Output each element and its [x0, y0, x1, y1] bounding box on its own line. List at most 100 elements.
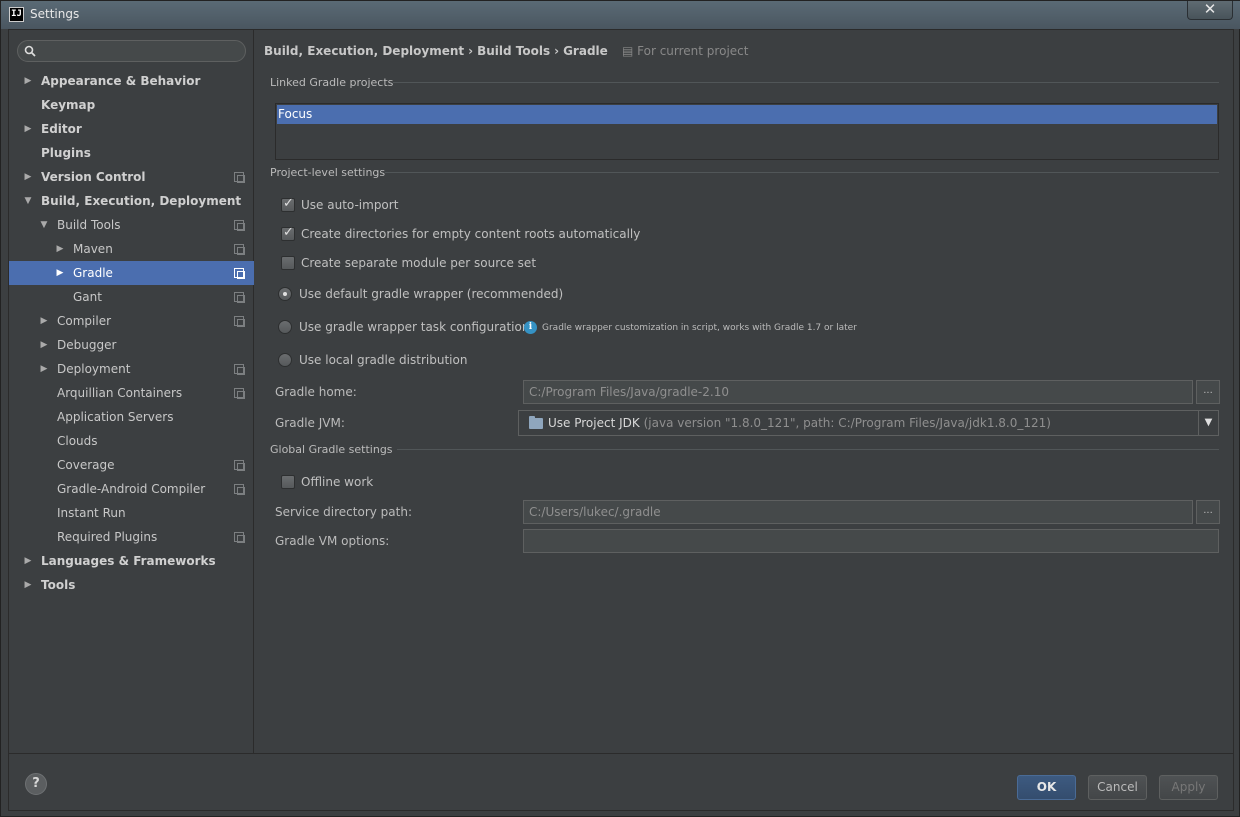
- project-scope-icon: [234, 244, 245, 255]
- project-scope-icon: [234, 316, 245, 327]
- expand-arrow-icon[interactable]: ▶: [22, 573, 34, 597]
- project-scope-icon: [234, 220, 245, 231]
- collapse-arrow-icon[interactable]: ▼: [38, 213, 50, 237]
- breadcrumb: Build, Execution, Deployment › Build Tools…: [264, 44, 756, 60]
- wrapper-info-text: Gradle wrapper customization in script, …: [542, 323, 857, 333]
- sidebar-item-tools[interactable]: ▶ Tools: [9, 573, 254, 597]
- gradle-home-browse-button[interactable]: ...: [1196, 380, 1220, 404]
- sidebar-item-debugger[interactable]: ▶ Debugger: [9, 333, 254, 357]
- sidebar-item-plugins[interactable]: Plugins: [9, 141, 254, 165]
- title-bar: IJ Settings ✕: [1, 1, 1240, 29]
- service-dir-label: Service directory path:: [275, 505, 412, 519]
- linked-projects-list[interactable]: Focus: [275, 103, 1219, 160]
- global-settings-title: Global Gradle settings: [270, 443, 393, 456]
- ok-button[interactable]: OK: [1017, 775, 1076, 800]
- sidebar-item-coverage[interactable]: Coverage: [9, 453, 254, 477]
- gradle-settings-panel: Build, Execution, Deployment › Build Tools…: [255, 30, 1233, 753]
- sidebar-item-gradle-android-compiler[interactable]: Gradle-Android Compiler: [9, 477, 254, 501]
- sidebar-item-maven[interactable]: ▶ Maven: [9, 237, 254, 261]
- search-icon: [24, 45, 36, 57]
- info-icon: i: [524, 321, 537, 334]
- dialog-button-bar: ? OK Cancel Apply: [9, 753, 1233, 810]
- gradle-jvm-select[interactable]: Use Project JDK (java version "1.8.0_121…: [518, 410, 1219, 436]
- breadcrumb-item: Gradle: [563, 44, 608, 58]
- chevron-down-icon[interactable]: ▼: [1198, 411, 1218, 435]
- service-dir-field[interactable]: C:/Users/lukec/.gradle: [523, 500, 1193, 524]
- section-divider: [397, 449, 1219, 450]
- sidebar-item-arquillian-containers[interactable]: Arquillian Containers: [9, 381, 254, 405]
- breadcrumb-item: Build, Execution, Deployment: [264, 44, 465, 58]
- wrapper-task-radio[interactable]: [278, 320, 292, 334]
- sidebar-item-gradle[interactable]: ▶ Gradle: [9, 261, 254, 285]
- expand-arrow-icon[interactable]: ▶: [38, 333, 50, 357]
- separate-module-checkbox[interactable]: [281, 256, 295, 270]
- sidebar-item-application-servers[interactable]: Application Servers: [9, 405, 254, 429]
- sidebar-item-appearance-behavior[interactable]: ▶ Appearance & Behavior: [9, 69, 254, 93]
- intellij-app-icon: IJ: [9, 7, 24, 22]
- section-divider: [393, 82, 1219, 83]
- auto-import-label: Use auto-import: [301, 198, 399, 212]
- sidebar-item-build-tools[interactable]: ▼ Build Tools: [9, 213, 254, 237]
- project-scope-icon: [234, 172, 245, 183]
- offline-work-checkbox[interactable]: [281, 475, 295, 489]
- expand-arrow-icon[interactable]: ▶: [22, 69, 34, 93]
- expand-arrow-icon[interactable]: ▶: [38, 357, 50, 381]
- expand-arrow-icon[interactable]: ▶: [54, 261, 66, 285]
- sidebar-item-version-control[interactable]: ▶ Version Control: [9, 165, 254, 189]
- vm-options-label: Gradle VM options:: [275, 534, 390, 548]
- local-distribution-label: Use local gradle distribution: [299, 353, 468, 367]
- sidebar-item-languages-frameworks[interactable]: ▶ Languages & Frameworks: [9, 549, 254, 573]
- create-dirs-checkbox[interactable]: [281, 225, 295, 241]
- project-scope-icon: [234, 388, 245, 399]
- help-button[interactable]: ?: [25, 773, 47, 795]
- local-distribution-radio[interactable]: [278, 353, 292, 367]
- breadcrumb-item: Build Tools: [477, 44, 551, 58]
- expand-arrow-icon[interactable]: ▶: [22, 165, 34, 189]
- vm-options-field[interactable]: [523, 529, 1219, 553]
- separate-module-label: Create separate module per source set: [301, 256, 537, 270]
- project-scope-label: ▤ For current project: [621, 44, 749, 58]
- expand-arrow-icon[interactable]: ▶: [38, 309, 50, 333]
- offline-work-label: Offline work: [301, 475, 374, 489]
- sidebar-item-clouds[interactable]: Clouds: [9, 429, 254, 453]
- project-scope-icon: [234, 484, 245, 495]
- sidebar-item-gant[interactable]: Gant: [9, 285, 254, 309]
- sidebar-item-build-execution-deployment[interactable]: ▼ Build, Execution, Deployment: [9, 189, 254, 213]
- close-button[interactable]: ✕: [1187, 1, 1233, 20]
- sidebar-item-deployment[interactable]: ▶ Deployment: [9, 357, 254, 381]
- expand-arrow-icon[interactable]: ▶: [54, 237, 66, 261]
- gradle-jvm-label: Gradle JVM:: [275, 416, 345, 430]
- sidebar-item-instant-run[interactable]: Instant Run: [9, 501, 254, 525]
- search-input[interactable]: [17, 40, 246, 62]
- sidebar-item-editor[interactable]: ▶ Editor: [9, 117, 254, 141]
- dialog-body: ▶ Appearance & Behavior Keymap ▶ Editor …: [8, 29, 1234, 811]
- collapse-arrow-icon[interactable]: ▼: [22, 189, 34, 213]
- jdk-folder-icon: [529, 416, 543, 429]
- expand-arrow-icon[interactable]: ▶: [22, 117, 34, 141]
- expand-arrow-icon[interactable]: ▶: [22, 549, 34, 573]
- service-dir-browse-button[interactable]: ...: [1196, 500, 1220, 524]
- section-divider: [385, 172, 1219, 173]
- project-scope-icon: [234, 364, 245, 375]
- sidebar-item-keymap[interactable]: Keymap: [9, 93, 254, 117]
- list-item[interactable]: Focus: [277, 105, 1217, 124]
- project-scope-icon: [234, 292, 245, 303]
- sidebar-item-compiler[interactable]: ▶ Compiler: [9, 309, 254, 333]
- sidebar-item-required-plugins[interactable]: Required Plugins: [9, 525, 254, 549]
- gradle-home-field[interactable]: C:/Program Files/Java/gradle-2.10: [523, 380, 1193, 404]
- project-scope-icon: [234, 460, 245, 471]
- cancel-button[interactable]: Cancel: [1088, 775, 1147, 800]
- project-level-title: Project-level settings: [270, 166, 386, 179]
- window-title: Settings: [30, 7, 80, 21]
- default-wrapper-radio[interactable]: [278, 287, 292, 301]
- auto-import-checkbox[interactable]: [281, 196, 295, 212]
- linked-projects-title: Linked Gradle projects: [270, 76, 394, 89]
- project-scope-icon: [234, 268, 245, 279]
- apply-button[interactable]: Apply: [1159, 775, 1218, 800]
- gradle-home-label: Gradle home:: [275, 385, 357, 399]
- settings-window: IJ Settings ✕ ▶ Appearance & Behavior Ke…: [0, 0, 1240, 817]
- settings-tree-panel: ▶ Appearance & Behavior Keymap ▶ Editor …: [9, 30, 254, 753]
- project-scope-icon: [234, 532, 245, 543]
- wrapper-task-label: Use gradle wrapper task configuration: [299, 320, 530, 334]
- create-dirs-label: Create directories for empty content roo…: [301, 227, 641, 241]
